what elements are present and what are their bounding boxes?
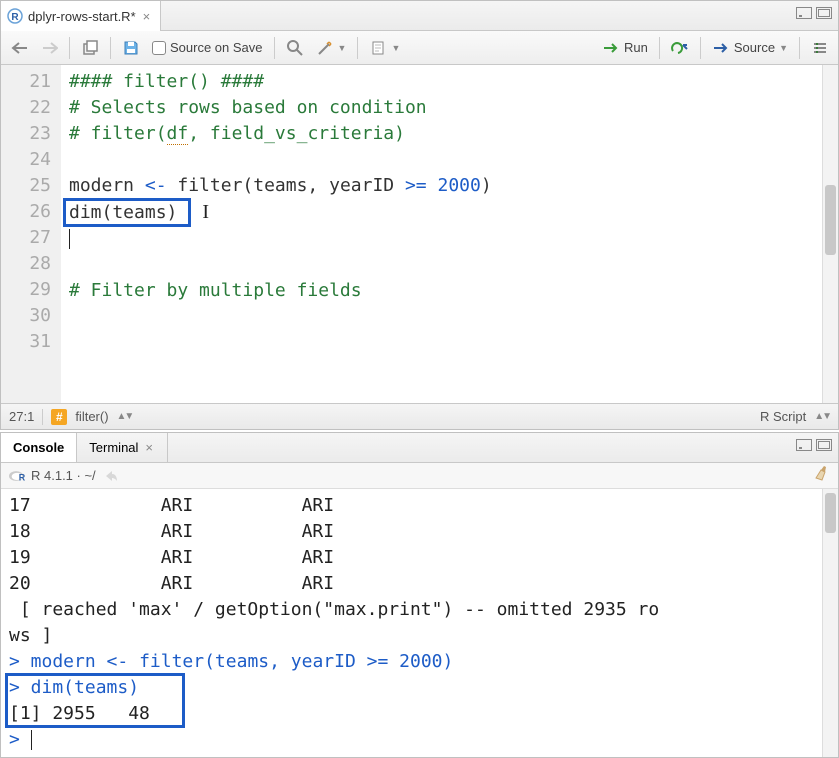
source-toolbar: Source on Save ▼ ▼ Run Source ▼ xyxy=(1,31,838,65)
maximize-pane-icon[interactable] xyxy=(816,439,832,451)
forward-arrow-icon xyxy=(40,39,58,57)
filetype-nav-icon[interactable]: ▲▼ xyxy=(814,411,830,422)
terminal-tab[interactable]: Terminal × xyxy=(77,433,168,462)
source-pane: R dplyr-rows-start.R* × Source on Save xyxy=(0,0,839,430)
forward-button[interactable] xyxy=(35,36,63,60)
code-editor[interactable]: 2122232425262728293031 #### filter() ###… xyxy=(1,65,838,403)
source-status-bar: 27:1 # filter() ▲▼ R Script ▲▼ xyxy=(1,403,838,429)
console-tab-bar: Console Terminal × xyxy=(1,433,838,463)
minimize-pane-icon[interactable] xyxy=(796,7,812,19)
separator xyxy=(799,37,800,59)
source-label: Source xyxy=(734,40,775,55)
console-output[interactable]: 17 ARI ARI18 ARI ARI19 ARI ARI20 ARI ARI… xyxy=(1,489,838,757)
separator xyxy=(700,37,701,59)
dropdown-caret-icon: ▼ xyxy=(779,43,788,53)
minimize-pane-icon[interactable] xyxy=(796,439,812,451)
back-button[interactable] xyxy=(5,36,33,60)
source-tab-bar: R dplyr-rows-start.R* × xyxy=(1,1,838,31)
separator xyxy=(274,37,275,59)
tab-close-icon[interactable]: × xyxy=(143,440,155,455)
section-badge-icon: # xyxy=(51,409,67,425)
console-pane: Console Terminal × R R 4.1.1 · ~/ 17 ARI… xyxy=(0,432,839,758)
pane-window-controls xyxy=(796,7,832,19)
compile-report-button[interactable]: ▼ xyxy=(364,36,405,60)
section-name[interactable]: filter() xyxy=(75,409,108,424)
dropdown-caret-icon: ▼ xyxy=(338,43,347,53)
console-info-bar: R R 4.1.1 · ~/ xyxy=(1,463,838,489)
vertical-scrollbar[interactable] xyxy=(822,65,838,403)
r-file-icon: R xyxy=(7,8,23,24)
tab-close-icon[interactable]: × xyxy=(141,9,153,24)
svg-text:R: R xyxy=(11,12,19,23)
share-icon[interactable] xyxy=(102,467,120,485)
separator xyxy=(357,37,358,59)
source-file-tab[interactable]: R dplyr-rows-start.R* × xyxy=(1,1,161,31)
section-nav-icon[interactable]: ▲▼ xyxy=(117,411,133,422)
back-arrow-icon xyxy=(10,39,28,57)
file-type-label[interactable]: R Script xyxy=(760,409,806,424)
cursor-position: 27:1 xyxy=(9,409,34,424)
run-button[interactable]: Run xyxy=(597,36,653,60)
console-tab[interactable]: Console xyxy=(1,433,77,462)
svg-text:R: R xyxy=(19,472,25,482)
console-tab-label: Console xyxy=(13,440,64,455)
dropdown-caret-icon: ▼ xyxy=(391,43,400,53)
source-on-save-checkbox[interactable]: Source on Save xyxy=(147,37,268,58)
save-button[interactable] xyxy=(117,36,145,60)
outline-button[interactable] xyxy=(806,36,834,60)
code-tools-button[interactable]: ▼ xyxy=(311,36,352,60)
r-version-path: R 4.1.1 · ~/ xyxy=(31,468,96,483)
source-arrow-icon xyxy=(712,39,730,57)
terminal-tab-label: Terminal xyxy=(89,440,138,455)
rerun-icon xyxy=(671,39,689,57)
pane-window-controls xyxy=(796,439,832,451)
run-label: Run xyxy=(624,40,648,55)
popout-icon xyxy=(81,39,99,57)
separator xyxy=(110,37,111,59)
rerun-button[interactable] xyxy=(666,36,694,60)
wand-icon xyxy=(316,39,334,57)
show-in-new-window-button[interactable] xyxy=(76,36,104,60)
maximize-pane-icon[interactable] xyxy=(816,7,832,19)
separator xyxy=(69,37,70,59)
tab-filename: dplyr-rows-start.R* xyxy=(28,9,136,24)
find-button[interactable] xyxy=(281,36,309,60)
source-on-save-label: Source on Save xyxy=(170,40,263,55)
source-button[interactable]: Source ▼ xyxy=(707,36,793,60)
code-content[interactable]: #### filter() ##### Selects rows based o… xyxy=(61,65,822,403)
save-icon xyxy=(122,39,140,57)
outline-icon xyxy=(811,39,829,57)
r-logo-icon: R xyxy=(9,468,25,484)
notebook-icon xyxy=(369,39,387,57)
clear-console-icon[interactable] xyxy=(812,464,830,487)
checkbox-icon xyxy=(152,41,166,55)
run-arrow-icon xyxy=(602,39,620,57)
line-number-gutter: 2122232425262728293031 xyxy=(1,65,61,403)
separator xyxy=(659,37,660,59)
vertical-scrollbar[interactable] xyxy=(822,489,838,757)
search-icon xyxy=(286,39,304,57)
